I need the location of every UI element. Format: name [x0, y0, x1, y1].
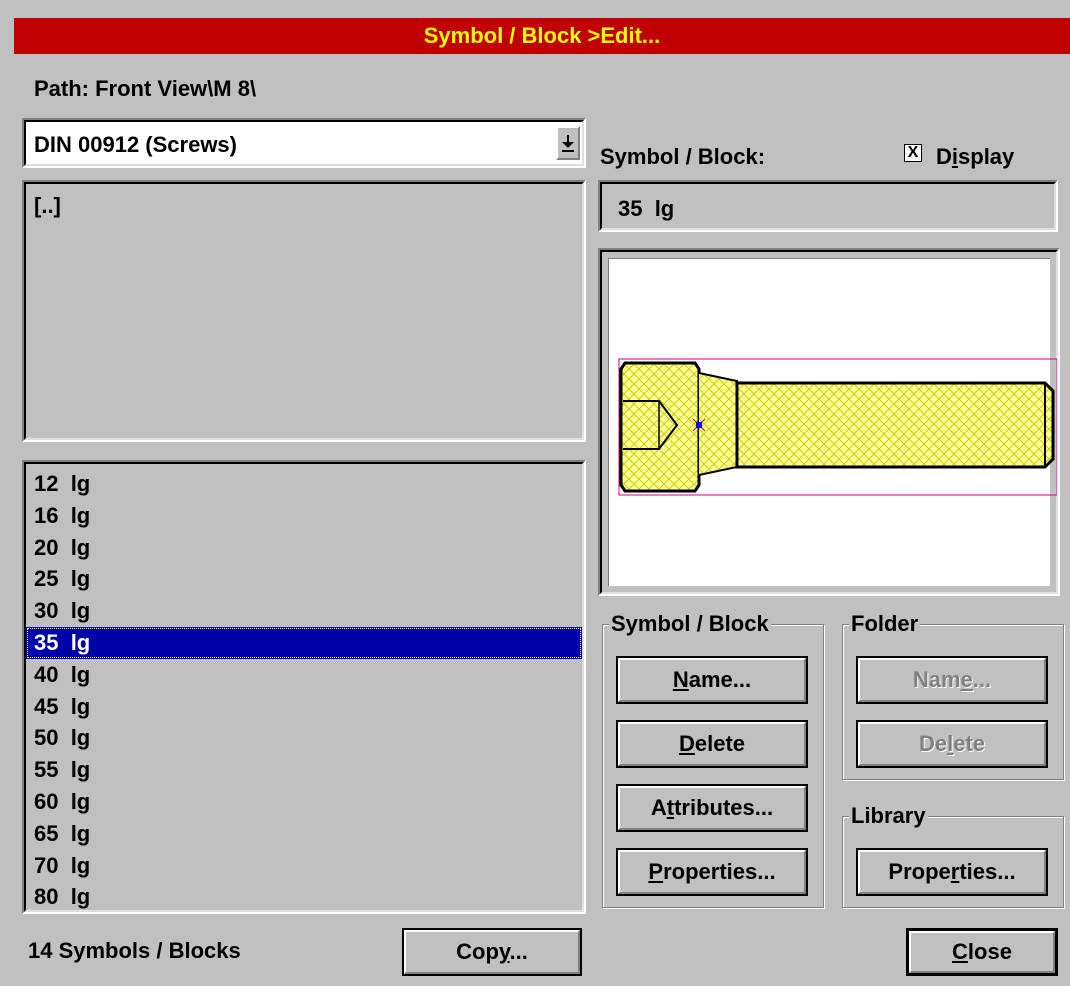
symbol-list-item[interactable]: 30 lg [26, 595, 582, 627]
folder-list-item[interactable]: [..] [26, 190, 582, 222]
path-label: Path: Front View\M 8\ [34, 76, 257, 101]
symbol-list-item[interactable]: 50 lg [26, 722, 582, 754]
symbol-list-item[interactable]: 70 lg [26, 850, 582, 882]
display-label-pre: D [936, 144, 952, 169]
sb-attr-post: tributes... [674, 795, 774, 820]
f-name-pre: Nam [912, 667, 961, 692]
f-name-accel: e [960, 667, 973, 692]
sb-attr-pre: A [650, 795, 667, 820]
sb-prop-post: roperties... [663, 859, 776, 884]
sb-name-accel: N [672, 667, 689, 692]
display-checkbox[interactable]: X Display [904, 140, 1054, 170]
lib-prop-post: ties... [959, 859, 1016, 884]
symbol-list-item[interactable]: 60 lg [26, 786, 582, 818]
symbol-properties-button[interactable]: Properties... [616, 848, 808, 896]
symbol-block-group-label: Symbol / Block [609, 611, 771, 637]
copy-button-label-accel: y [498, 939, 510, 964]
symbol-attributes-button[interactable]: Attributes... [616, 784, 808, 832]
symbol-list-item[interactable]: 35 lg [26, 626, 582, 659]
f-delete-post: ete [953, 731, 986, 756]
folder-delete-button[interactable]: Delete [856, 720, 1048, 768]
symbol-list-item[interactable]: 55 lg [26, 754, 582, 786]
dropdown-arrow-button[interactable] [556, 126, 580, 160]
library-group-label: Library [849, 803, 928, 829]
f-name-post: ... [972, 667, 992, 692]
dialog-title: Symbol / Block >Edit... [14, 18, 1070, 54]
symbol-list[interactable]: 12 lg 16 lg 20 lg 25 lg 30 lg 35 lg 40 lg 45 lg… [22, 460, 586, 914]
symbol-name-button[interactable]: Name... [616, 656, 808, 704]
sb-delete-accel: D [678, 731, 695, 756]
sb-attr-accel: t [666, 795, 675, 820]
symbol-list-item[interactable]: 80 lg [26, 881, 582, 910]
library-select[interactable]: DIN 00912 (Screws) [22, 118, 586, 168]
symbol-preview-frame [598, 248, 1060, 596]
lib-prop-pre: Prope [888, 859, 951, 884]
symbol-list-item[interactable]: 20 lg [26, 532, 582, 564]
symbol-list-item[interactable]: 40 lg [26, 659, 582, 691]
library-properties-button[interactable]: Properties... [856, 848, 1048, 896]
f-delete-pre: De [918, 731, 948, 756]
library-select-value: DIN 00912 (Screws) [34, 132, 237, 157]
screw-preview-image [618, 358, 1057, 496]
symbol-list-item[interactable]: 25 lg [26, 563, 582, 595]
display-checkbox-box[interactable]: X [904, 144, 922, 162]
copy-button-label-post: ... [509, 939, 528, 964]
symbol-list-item[interactable]: 16 lg [26, 500, 582, 532]
copy-button[interactable]: Copy... [402, 928, 582, 976]
symbol-list-item[interactable]: 65 lg [26, 818, 582, 850]
chevron-down-icon [562, 135, 574, 152]
symbol-list-item[interactable]: 12 lg [26, 468, 582, 500]
folder-name-button[interactable]: Name... [856, 656, 1048, 704]
symbol-block-label: Symbol / Block: [600, 144, 766, 169]
sb-prop-accel: P [648, 859, 664, 884]
display-checkbox-label: Display [936, 144, 1014, 170]
close-button[interactable]: Close [906, 928, 1058, 976]
folder-list[interactable]: [..] [22, 180, 586, 442]
close-post: lose [967, 939, 1012, 964]
close-accel: C [952, 939, 968, 964]
sb-delete-post: elete [694, 731, 746, 756]
display-label-post: splay [958, 144, 1015, 169]
symbol-delete-button[interactable]: Delete [616, 720, 808, 768]
current-symbol-field: 35 lg [598, 180, 1058, 232]
symbol-list-item[interactable]: 45 lg [26, 691, 582, 723]
symbol-preview [608, 258, 1057, 586]
current-symbol-value: 35 lg [618, 196, 675, 221]
sb-name-post: ame... [688, 667, 752, 692]
folder-group-label: Folder [849, 611, 921, 637]
copy-button-label-pre: Cop [456, 939, 499, 964]
symbol-count-label: 14 Symbols / Blocks [28, 938, 241, 963]
